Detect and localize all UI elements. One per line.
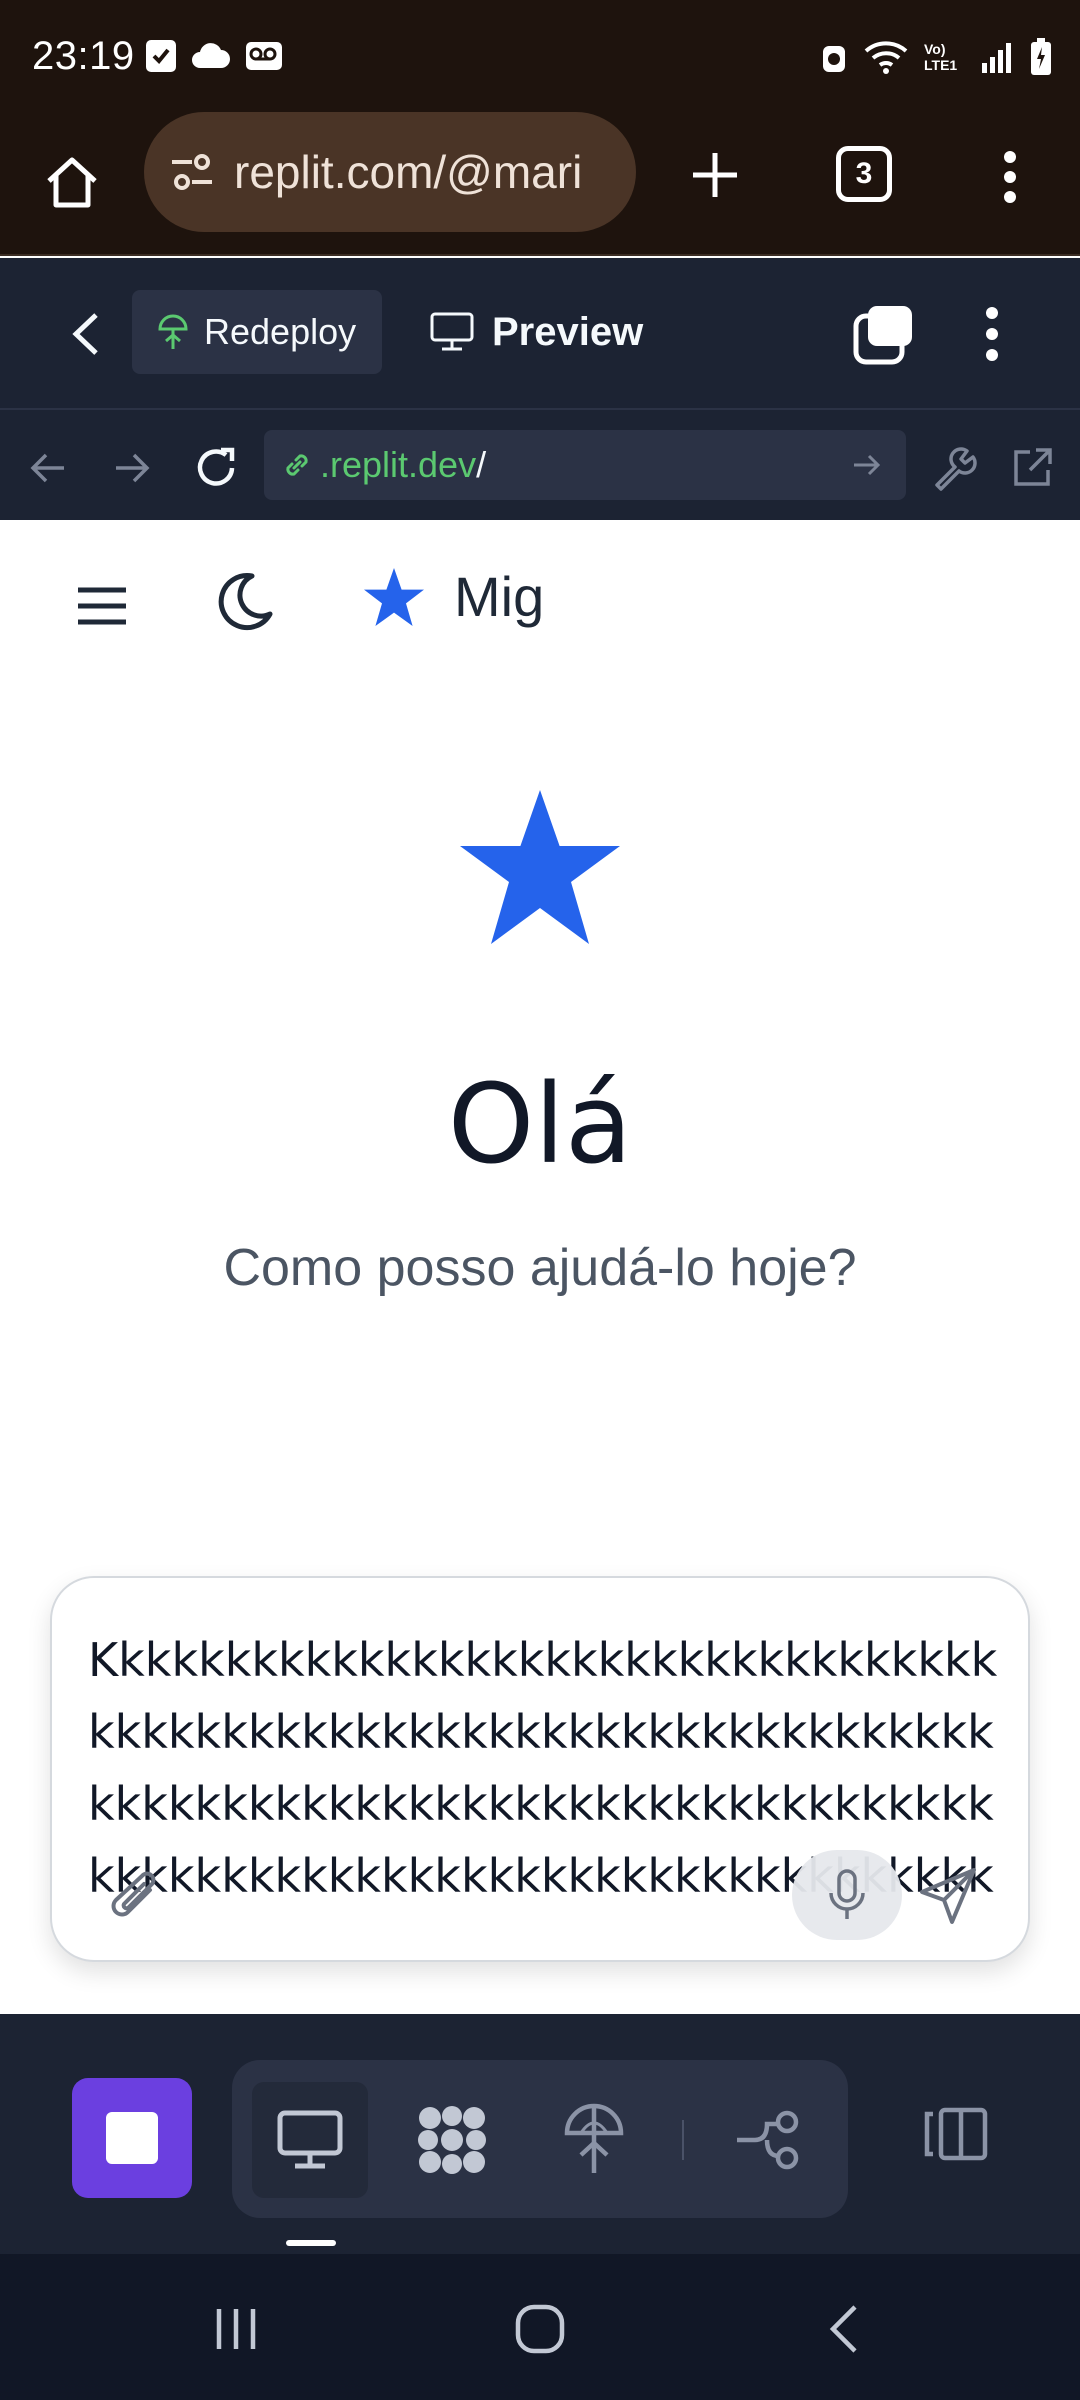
status-right-icons: Vo) LTE1 [820,38,1052,76]
battery-icon [1031,38,1051,75]
deploy-icon [158,314,188,349]
stop-button[interactable] [72,2078,192,2198]
back-chevron-icon[interactable] [60,304,110,364]
reload-icon[interactable] [186,440,246,496]
dock-git-icon[interactable] [710,2082,826,2198]
redeploy-label: Redeploy [204,311,357,352]
browser-toolbar: replit.com/@mari 3 [0,112,1080,256]
app-content: Mig Olá Como posso ajudá-lo hoje? Kkkkkk… [0,520,1080,2014]
webview-toolbar: .replit.dev / [0,410,1080,520]
back-icon[interactable] [804,2294,884,2364]
browser-menu-icon[interactable] [990,142,1030,212]
brand-name: Mig [454,565,545,628]
webview-url-path: / [476,444,487,485]
replit-header: Redeploy Preview [0,258,1080,410]
link-icon [286,454,308,476]
dock-preview-icon[interactable] [252,2082,368,2198]
new-tab-icon[interactable] [680,140,750,210]
microphone-icon [829,1869,865,1919]
cloud-icon [192,43,230,68]
home-icon[interactable] [40,142,104,222]
go-arrow-icon[interactable] [850,448,884,482]
status-left-icons [146,40,284,72]
greeting-title: Olá [447,1060,633,1188]
split-panel-icon[interactable] [904,2084,1004,2184]
devtools-wrench-icon[interactable] [924,440,984,496]
dock-cluster-icon[interactable] [394,2082,510,2198]
preview-label: Preview [492,309,644,354]
send-icon[interactable] [916,1864,980,1928]
address-bar[interactable]: replit.com/@mari [144,112,636,232]
message-composer[interactable]: Kkkkkkkkkkkkkkkkkkkkkkkkkkkkkkkkkkkkkkkk… [50,1576,1030,1962]
tab-switcher-button[interactable]: 3 [836,146,892,202]
greeting-subtitle: Como posso ajudá-lo hoje? [223,1239,857,1297]
moon-icon[interactable] [216,570,276,634]
hamburger-menu-icon[interactable] [72,576,132,636]
tab-preview[interactable]: Preview [430,290,643,374]
dock-divider [682,2120,684,2160]
status-bar: 23:19 Vo) LTE1 [0,0,1080,112]
dock-tabs [232,2060,848,2218]
site-settings-icon[interactable] [168,148,216,196]
webview-url-domain: .replit.dev [320,444,477,485]
layers-icon[interactable] [852,302,916,366]
dock-deploy-icon[interactable] [536,2082,652,2198]
replit-menu-icon[interactable] [972,298,1012,370]
wifi-icon [864,41,908,74]
open-external-icon[interactable] [1002,440,1062,496]
webview-forward-icon[interactable] [102,440,162,496]
voicemail-icon [246,42,282,70]
home-button-icon[interactable] [500,2294,580,2364]
brand: Mig [362,564,544,629]
status-time: 23:19 [32,34,135,78]
microphone-button[interactable] [792,1850,902,1940]
webview-url-field[interactable]: .replit.dev / [264,430,906,500]
check-icon [146,40,176,72]
star-logo-icon [364,567,424,626]
signal-icon [982,43,1011,73]
address-text: replit.com/@mari [234,146,583,198]
replit-dock [0,2014,1080,2254]
paperclip-icon[interactable] [106,1868,166,1928]
redeploy-button[interactable]: Redeploy [132,290,382,374]
android-nav-bar [0,2254,1080,2400]
stop-icon [106,2112,158,2164]
recent-apps-icon[interactable] [196,2294,276,2364]
hero-star-icon [460,790,620,944]
webview-back-icon[interactable] [18,440,78,496]
alarm-icon [823,46,845,72]
volte-icon: Vo) LTE1 [924,41,958,73]
active-tab-indicator [286,2240,336,2246]
monitor-icon [430,312,474,351]
